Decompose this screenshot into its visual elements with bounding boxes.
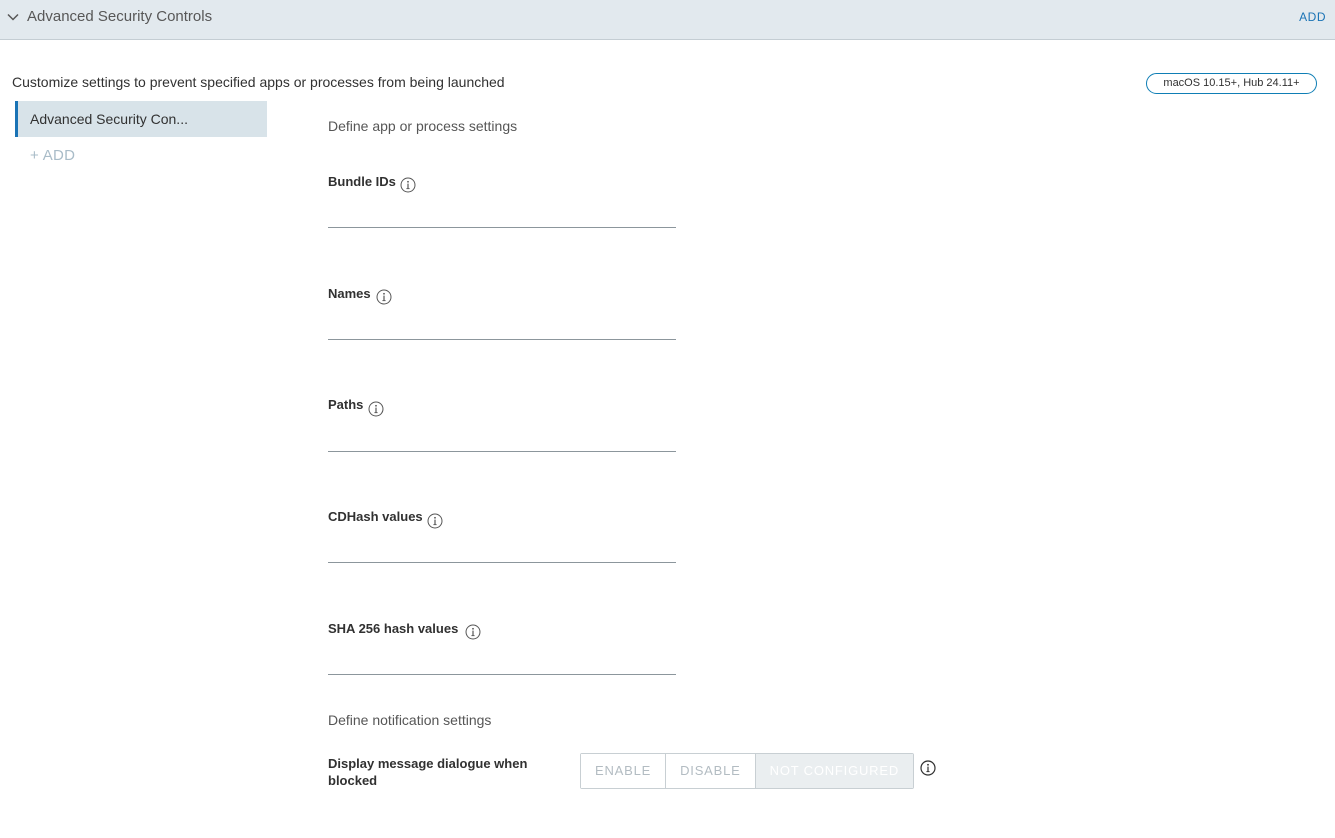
info-icon[interactable] (400, 177, 416, 193)
add-button[interactable]: ADD (1299, 10, 1326, 24)
bundle-ids-input[interactable] (328, 206, 676, 228)
section-title: Advanced Security Controls (27, 8, 213, 25)
section-description: Customize settings to prevent specified … (12, 74, 505, 90)
not-configured-option-button[interactable]: NOT CONFIGURED (755, 754, 914, 788)
info-icon[interactable] (427, 513, 443, 529)
paths-input[interactable] (328, 430, 676, 452)
info-icon[interactable] (920, 760, 936, 776)
disable-option-button[interactable]: DISABLE (666, 754, 756, 788)
cdhash-values-label: CDHash values (328, 509, 423, 524)
paths-label: Paths (328, 397, 364, 412)
sidebar-add-button[interactable]: + ADD (30, 147, 75, 164)
notification-settings-heading: Define notification settings (328, 712, 492, 728)
sha256-hash-values-label: SHA 256 hash values (328, 621, 459, 636)
enable-option-button[interactable]: ENABLE (581, 754, 667, 788)
version-badge: macOS 10.15+, Hub 24.11+ (1146, 73, 1317, 94)
display-message-toggle-group: ENABLE DISABLE NOT CONFIGURED (580, 753, 915, 789)
info-icon[interactable] (376, 289, 392, 305)
chevron-down-icon[interactable] (7, 11, 19, 23)
names-input[interactable] (328, 318, 676, 340)
sidebar-item-advanced-security-controls[interactable]: Advanced Security Con... (15, 101, 267, 137)
display-message-label: Display message dialogue when blocked (328, 756, 528, 788)
bundle-ids-label: Bundle IDs (328, 174, 396, 189)
info-icon[interactable] (465, 624, 481, 640)
cdhash-values-input[interactable] (328, 541, 676, 563)
info-icon[interactable] (368, 401, 384, 417)
sidebar-item-label: Advanced Security Con... (30, 111, 188, 127)
app-settings-heading: Define app or process settings (328, 118, 518, 134)
section-header[interactable]: Advanced Security Controls ADD (0, 0, 1335, 40)
names-label: Names (328, 286, 371, 301)
sha256-hash-values-input[interactable] (328, 653, 676, 675)
